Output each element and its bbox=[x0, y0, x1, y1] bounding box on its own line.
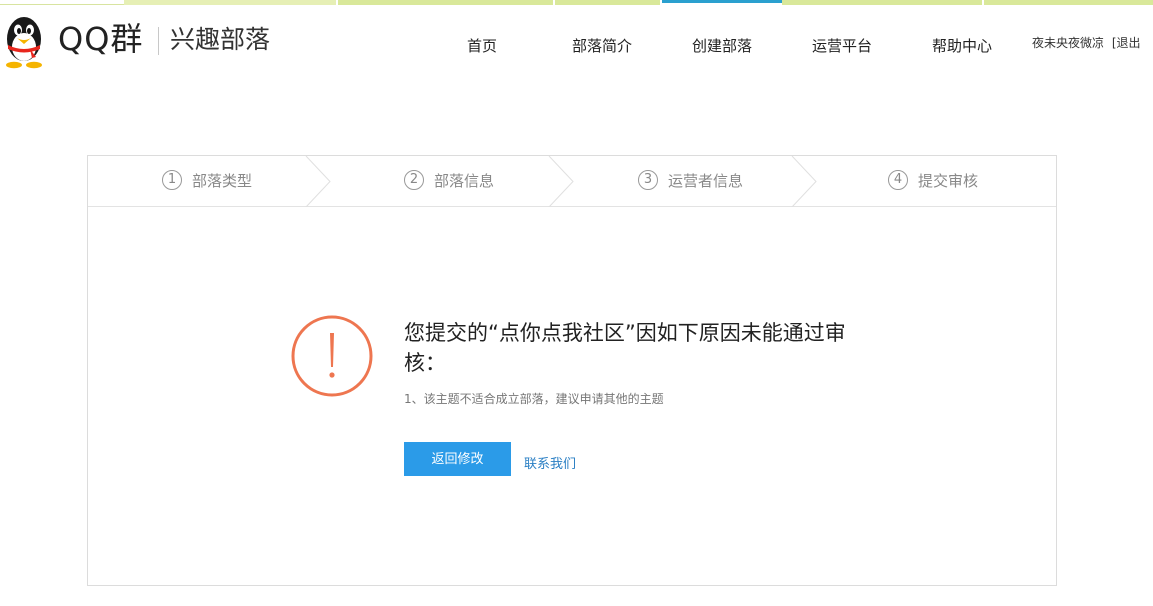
logout-link[interactable]: [退出 bbox=[1112, 36, 1141, 50]
contact-us-link[interactable]: 联系我们 bbox=[524, 453, 576, 472]
step-label: 提交审核 bbox=[918, 172, 979, 190]
user-name[interactable]: 夜未央夜微凉 bbox=[1032, 36, 1104, 50]
review-failed-title: 您提交的“点你点我社区”因如下原因未能通过审核： bbox=[404, 321, 846, 375]
warning-icon bbox=[291, 315, 373, 397]
review-failed-reason: 1、该主题不适合成立部落，建议申请其他的主题 bbox=[404, 392, 664, 406]
nav-item-about[interactable]: 部落简介 bbox=[547, 35, 657, 56]
nav-item-create[interactable]: 创建部落 bbox=[667, 35, 777, 56]
step-separator-chevron-icon bbox=[791, 156, 817, 207]
user-area: 夜未央夜微凉 [退出 bbox=[1032, 34, 1141, 51]
step-tribe-info: 2 部落信息 bbox=[404, 156, 494, 207]
create-tribe-panel: 1 部落类型 2 部落信息 3 运营者信息 4 提交审核 您提交的“点你点我社区”因如下… bbox=[87, 155, 1057, 586]
nav-item-home[interactable]: 首页 bbox=[427, 35, 537, 56]
nav-active-indicator bbox=[662, 0, 782, 3]
step-tribe-type: 1 部落类型 bbox=[162, 156, 252, 207]
brand-divider bbox=[158, 27, 159, 55]
step-operator-info: 3 运营者信息 bbox=[638, 156, 743, 207]
step-separator-chevron-icon bbox=[305, 156, 331, 207]
return-edit-button[interactable]: 返回修改 bbox=[404, 442, 511, 476]
step-progress-bar: 1 部落类型 2 部落信息 3 运营者信息 4 提交审核 bbox=[88, 156, 1056, 207]
nav-item-operations[interactable]: 运营平台 bbox=[787, 35, 897, 56]
step-number: 1 bbox=[162, 169, 182, 190]
step-separator-chevron-icon bbox=[548, 156, 574, 207]
step-label: 部落类型 bbox=[192, 172, 253, 190]
step-number: 2 bbox=[404, 169, 424, 190]
step-label: 部落信息 bbox=[434, 172, 495, 190]
qq-penguin-logo-icon[interactable] bbox=[0, 13, 48, 69]
brand-subtitle[interactable]: 兴趣部落 bbox=[170, 23, 270, 57]
nav-item-help[interactable]: 帮助中心 bbox=[907, 35, 1017, 56]
step-number: 4 bbox=[888, 169, 908, 190]
step-submit-review: 4 提交审核 bbox=[888, 156, 978, 207]
step-number: 3 bbox=[638, 169, 658, 190]
step-label: 运营者信息 bbox=[668, 172, 744, 190]
brand-title[interactable]: QQ群 bbox=[58, 19, 143, 59]
